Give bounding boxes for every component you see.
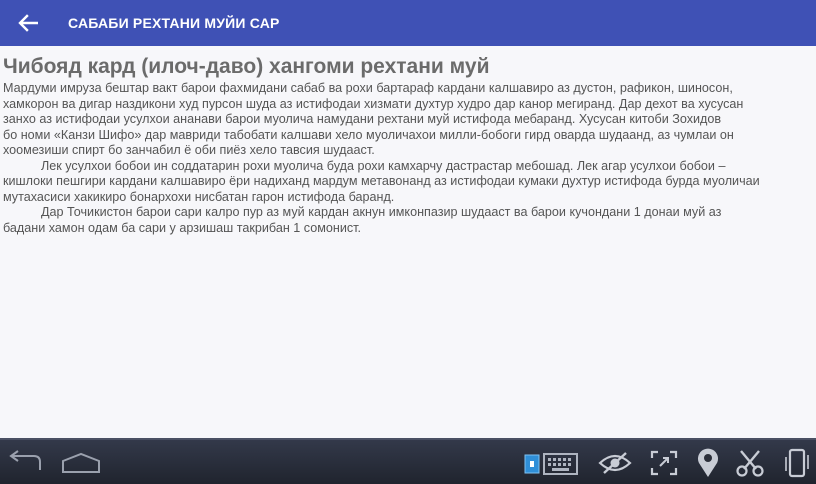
nav-back-icon bbox=[9, 450, 41, 470]
text-line: кишлоки пешгири кардани калшавиро ёри на… bbox=[3, 174, 760, 188]
rotate-screen-button[interactable] bbox=[784, 447, 810, 484]
text-line: Мардуми имруза бештар вакт барои фахмида… bbox=[3, 81, 733, 95]
text-line: мутахасиси хакикиро бонархохи нисбатан г… bbox=[3, 189, 395, 204]
location-button[interactable] bbox=[696, 448, 720, 483]
nav-back-button[interactable] bbox=[4, 450, 46, 479]
keyboard-button[interactable] bbox=[524, 450, 580, 481]
screenshot-scissors-button[interactable] bbox=[736, 449, 764, 482]
article-title: Чибояд кард (илоч-даво) хангоми рехтани … bbox=[3, 55, 490, 78]
location-pin-icon bbox=[698, 448, 718, 477]
nav-home-button[interactable] bbox=[60, 452, 102, 479]
arrow-left-icon bbox=[18, 14, 38, 32]
paragraph-1: Мардуми имруза бештар вакт барои фахмида… bbox=[3, 81, 812, 159]
eye-off-icon bbox=[598, 452, 632, 474]
visibility-button[interactable] bbox=[598, 451, 632, 480]
nav-home-icon bbox=[62, 452, 100, 473]
article-content: Чибояд кард (илоч-даво) хангоми рехтани … bbox=[0, 46, 816, 236]
toolbar-title: САБАБИ РЕХТАНИ МУЙИ САР bbox=[68, 15, 280, 31]
app-toolbar: САБАБИ РЕХТАНИ МУЙИ САР bbox=[0, 0, 816, 46]
text-line: бадани хамон одам ба сари у арзишаш такр… bbox=[3, 220, 362, 235]
paragraph-2: Лек усулхои бобои ин соддатарин рохи муо… bbox=[3, 159, 812, 206]
screen-rotate-icon bbox=[785, 448, 809, 478]
text-line: хамкорон ва дигар наздикони худ пурсон ш… bbox=[3, 96, 744, 111]
app-window: САБАБИ РЕХТАНИ МУЙИ САР Чибояд кард (ило… bbox=[0, 0, 816, 438]
text-line: занхо аз истифодаи усулхои ананави барои… bbox=[3, 112, 722, 126]
paragraph-3: Дар Точикистон барои сари калро пур аз м… bbox=[3, 205, 812, 236]
text-line: Дар Точикистон барои сари калро пур аз м… bbox=[41, 205, 722, 219]
text-line: бо номи «Канзи Шифо» дар мавриди табобат… bbox=[3, 127, 734, 142]
keyboard-icon bbox=[524, 453, 578, 475]
back-button[interactable] bbox=[0, 0, 56, 46]
system-navigation-bar bbox=[0, 438, 816, 484]
scissors-icon bbox=[736, 450, 764, 477]
text-line: Лек усулхои бобои ин соддатарин рохи муо… bbox=[41, 158, 726, 173]
text-line: хоомезиши спирт бо занчабил ё оби пиёз х… bbox=[3, 143, 375, 157]
fullscreen-button[interactable] bbox=[650, 450, 678, 481]
fullscreen-icon bbox=[650, 450, 678, 476]
